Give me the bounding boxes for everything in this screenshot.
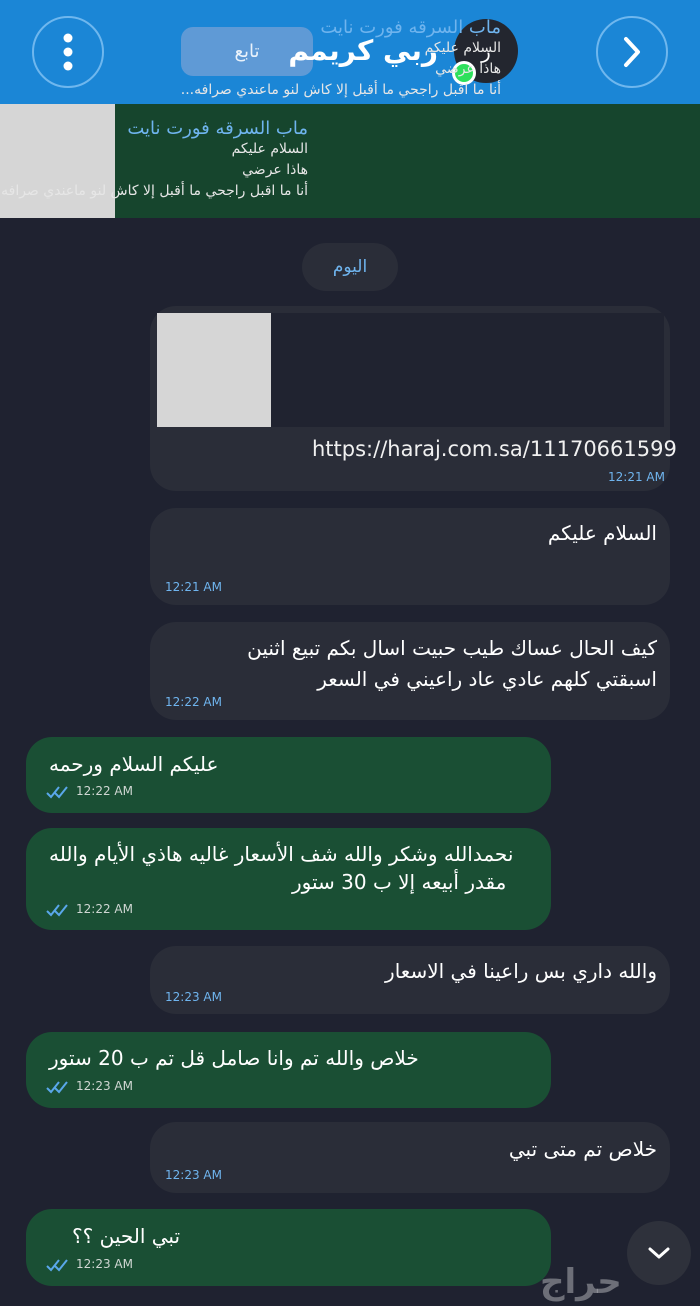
message-text: اسبقتي كلهم عادي عاد راعيني في السعر xyxy=(317,667,657,691)
ad-summary: ماب السرقه فورت نايت السلام عليكم هاذا ع… xyxy=(0,118,308,202)
ad-line: السلام عليكم xyxy=(424,40,501,56)
ad-line: هاذا عرضي xyxy=(242,162,308,178)
more-options-button[interactable] xyxy=(32,16,104,88)
ad-title: ماب السرقه فورت نايت xyxy=(127,118,308,139)
message-time: 12:23 AM xyxy=(165,990,222,1004)
message-time: 12:21 AM xyxy=(608,470,665,484)
scroll-to-bottom-button[interactable] xyxy=(627,1221,691,1285)
message-text: والله داري بس راعينا في الاسعار xyxy=(385,959,657,983)
double-check-icon xyxy=(46,786,68,799)
ad-thumbnail xyxy=(157,313,271,427)
ad-link-preview-card[interactable] xyxy=(157,313,664,427)
kebab-menu-icon xyxy=(63,33,73,71)
message-time: 12:22 AM xyxy=(76,784,133,798)
message-text: خلاص والله تم وانا صامل قل تم ب 20 ستور xyxy=(49,1046,419,1070)
ad-line: أنا ما اقبل راجحي ما أقبل إلا كاش لنو ما… xyxy=(180,82,501,98)
message-link[interactable]: https://haraj.com.sa/11170661599 xyxy=(312,437,677,461)
date-separator: اليوم xyxy=(302,243,398,291)
message-time: 12:22 AM xyxy=(76,902,133,916)
ad-line: هاذا عرضي xyxy=(435,61,501,77)
double-check-icon xyxy=(46,904,68,917)
chevron-down-icon xyxy=(648,1247,670,1259)
message-text: السلام عليكم xyxy=(547,521,657,545)
message-time: 12:23 AM xyxy=(165,1168,222,1182)
message-text: مقدر أبيعه إلا ب 30 ستور xyxy=(292,870,507,894)
double-check-icon xyxy=(46,1259,68,1272)
ad-line: السلام عليكم xyxy=(231,141,308,157)
ad-reference-banner[interactable]: ماب السرقه فورت نايت السلام عليكم هاذا ع… xyxy=(0,104,700,218)
message-time: 12:21 AM xyxy=(165,580,222,594)
double-check-icon xyxy=(46,1081,68,1094)
watermark-logo: حراج xyxy=(540,1262,622,1302)
message-text: تبي الحين ؟؟ xyxy=(72,1224,181,1248)
message-text: خلاص تم متى تبي xyxy=(508,1137,657,1161)
message-time: 12:23 AM xyxy=(76,1079,133,1093)
chevron-right-icon xyxy=(624,37,640,67)
message-text: عليكم السلام ورحمه xyxy=(49,752,219,776)
message-text: كيف الحال عساك طيب حبيت اسال بكم تبيع اث… xyxy=(247,636,657,660)
message-time: 12:23 AM xyxy=(76,1257,133,1271)
ad-title: ماب السرقه فورت نايت xyxy=(320,17,501,38)
back-button[interactable] xyxy=(596,16,668,88)
ad-summary: ماب السرقه فورت نايت السلام عليكم هاذا ع… xyxy=(181,17,501,101)
message-time: 12:22 AM xyxy=(165,695,222,709)
ad-line: أنا ما اقبل راجحي ما أقبل إلا كاش لنو ما… xyxy=(0,183,308,199)
